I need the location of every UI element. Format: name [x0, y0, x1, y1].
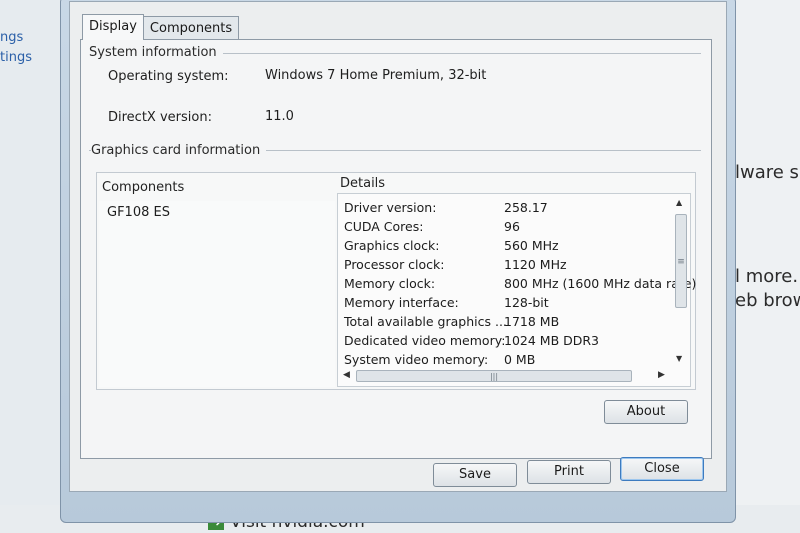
components-list[interactable]: GF108 ES	[99, 201, 335, 387]
details-vertical-scrollbar[interactable]: ▲ ≡ ▼	[674, 196, 688, 366]
detail-key: Graphics clock:	[344, 238, 440, 253]
vertical-scroll-thumb[interactable]: ≡	[675, 214, 687, 308]
detail-key: Memory interface:	[344, 295, 459, 310]
directx-value: 11.0	[265, 109, 294, 124]
detail-row: CUDA Cores: 96	[344, 219, 678, 238]
details-list[interactable]: Driver version: 258.17 CUDA Cores: 96 Grap…	[337, 193, 696, 387]
scroll-left-icon[interactable]: ◀	[343, 370, 350, 380]
detail-value: 1120 MHz	[504, 257, 567, 272]
component-item[interactable]: GF108 ES	[107, 205, 170, 220]
save-button[interactable]: Save	[433, 463, 517, 487]
details-column-header: Details	[340, 176, 386, 191]
detail-value: 258.17	[504, 200, 548, 215]
graphics-card-box: Components Details GF108 ES Driver versi…	[96, 172, 696, 390]
detail-value: 1024 MB DDR3	[504, 333, 600, 348]
detail-row: Memory interface: 128-bit	[344, 295, 678, 314]
detail-key: Driver version:	[344, 200, 437, 215]
background-text-1: lware s	[735, 162, 799, 183]
detail-value: 800 MHz (1600 MHz data rate)	[504, 276, 697, 291]
detail-key: Dedicated video memory:	[344, 333, 506, 348]
background-link-1[interactable]: ngs	[0, 30, 23, 45]
detail-value: 0 MB	[504, 352, 536, 367]
detail-key: System video memory:	[344, 352, 489, 367]
print-button[interactable]: Print	[527, 460, 611, 484]
background-left-pane: ngs tings	[0, 0, 62, 533]
about-button[interactable]: About	[604, 400, 688, 424]
system-information-dialog: Display Components System information Op…	[60, 0, 736, 523]
detail-row: Memory clock: 800 MHz (1600 MHz data rate…	[344, 276, 696, 295]
detail-row: Driver version: 258.17	[344, 200, 678, 219]
directx-label: DirectX version:	[108, 110, 212, 125]
scroll-down-icon[interactable]: ▼	[676, 354, 682, 363]
detail-key: Memory clock:	[344, 276, 436, 291]
background-link-2[interactable]: tings	[0, 50, 32, 65]
detail-value: 96	[504, 219, 520, 234]
dialog-body: Display Components System information Op…	[69, 1, 727, 492]
background-right-pane: lware s l more. eb brow	[735, 0, 800, 533]
tab-strip: Display Components	[82, 14, 240, 40]
detail-key: Processor clock:	[344, 257, 445, 272]
display-tab-panel: System information Operating system: Win…	[80, 39, 712, 459]
background-text-3: eb brow	[735, 290, 800, 311]
system-info-title: System information	[89, 45, 223, 60]
horizontal-scroll-thumb[interactable]: |||	[356, 370, 632, 382]
detail-value: 560 MHz	[504, 238, 559, 253]
detail-row: Processor clock: 1120 MHz	[344, 257, 678, 276]
close-button[interactable]: Close	[620, 457, 704, 481]
background-text-2: l more.	[735, 266, 799, 287]
detail-value: 128-bit	[504, 295, 549, 310]
detail-value: 1718 MB	[504, 314, 560, 329]
details-horizontal-scrollbar[interactable]: ◀ ||| ▶	[340, 368, 672, 384]
detail-row: Graphics clock: 560 MHz	[344, 238, 678, 257]
os-value: Windows 7 Home Premium, 32-bit	[265, 68, 487, 83]
detail-key: Total available graphics ...	[344, 314, 507, 329]
scroll-right-icon[interactable]: ▶	[658, 370, 665, 380]
tab-components[interactable]: Components	[142, 16, 240, 40]
scroll-up-icon[interactable]: ▲	[676, 198, 682, 207]
components-column-header: Components	[102, 180, 185, 195]
detail-key: CUDA Cores:	[344, 219, 424, 234]
detail-row: Dedicated video memory: 1024 MB DDR3	[344, 333, 678, 352]
os-label: Operating system:	[108, 69, 229, 84]
graphics-info-title: Graphics card information	[91, 143, 267, 158]
detail-row: Total available graphics ... 1718 MB	[344, 314, 678, 333]
tab-display[interactable]: Display	[82, 14, 144, 40]
